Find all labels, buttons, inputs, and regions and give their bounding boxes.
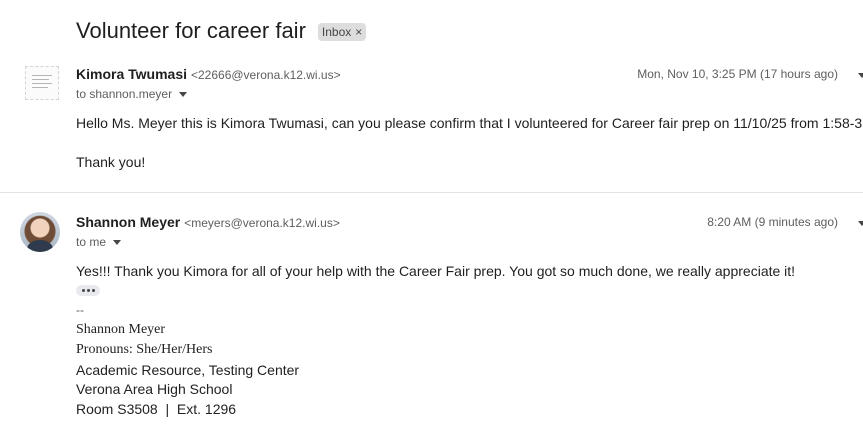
message-body-line: Hello Ms. Meyer this is Kimora Twumasi, …: [76, 115, 863, 131]
sender-email: <meyers@verona.k12.wi.us>: [184, 216, 340, 230]
message-body-line: Thank you!: [76, 154, 146, 170]
message-2-sender: Shannon Meyer <meyers@verona.k12.wi.us>: [76, 214, 340, 230]
message-body-line: Yes!!! Thank you Kimora for all of your …: [76, 263, 796, 279]
email-subject: Volunteer for career fair: [76, 18, 306, 43]
label-text: Inbox: [321, 25, 352, 39]
message-date: Mon, Nov 10, 3:25 PM (17 hours ago): [637, 67, 838, 81]
signature-title: Academic Resource, Testing Center: [76, 362, 300, 378]
sender-email: <22666@verona.k12.wi.us>: [191, 68, 341, 82]
thread-header: Volunteer for career fair Inbox ×: [76, 16, 367, 46]
signature-school: Verona Area High School: [76, 381, 233, 397]
message-options-icon[interactable]: [858, 221, 863, 226]
signature-room: Room S3508 | Ext. 1296: [76, 401, 237, 417]
remove-label-icon[interactable]: ×: [355, 25, 362, 39]
message-1-sender: Kimora Twumasi <22666@verona.k12.wi.us>: [76, 66, 341, 82]
signature-pronouns: Pronouns: She/Her/Hers: [76, 342, 213, 357]
recipients-dropdown[interactable]: to me: [76, 235, 122, 249]
signature-name: Shannon Meyer: [76, 322, 166, 337]
inbox-label-chip[interactable]: Inbox ×: [317, 23, 367, 41]
message-divider: [0, 192, 863, 193]
show-trimmed-content-button[interactable]: [76, 285, 100, 296]
recipients-text: to shannon.meyer: [76, 87, 173, 101]
signature-separator: --: [76, 303, 84, 317]
sender-avatar-shannon[interactable]: [20, 212, 60, 252]
ellipsis-icon: [81, 289, 85, 292]
sender-name[interactable]: Shannon Meyer: [76, 214, 180, 230]
recipients-text: to me: [76, 235, 107, 249]
chevron-down-icon: [113, 240, 122, 245]
sender-avatar-kimora[interactable]: [25, 66, 59, 100]
recipients-dropdown[interactable]: to shannon.meyer: [76, 87, 188, 101]
message-options-icon[interactable]: [858, 73, 863, 78]
chevron-down-icon: [179, 92, 188, 97]
sender-name[interactable]: Kimora Twumasi: [76, 66, 187, 82]
message-date: 8:20 AM (9 minutes ago): [707, 215, 838, 229]
avatar-photo: [27, 240, 53, 252]
